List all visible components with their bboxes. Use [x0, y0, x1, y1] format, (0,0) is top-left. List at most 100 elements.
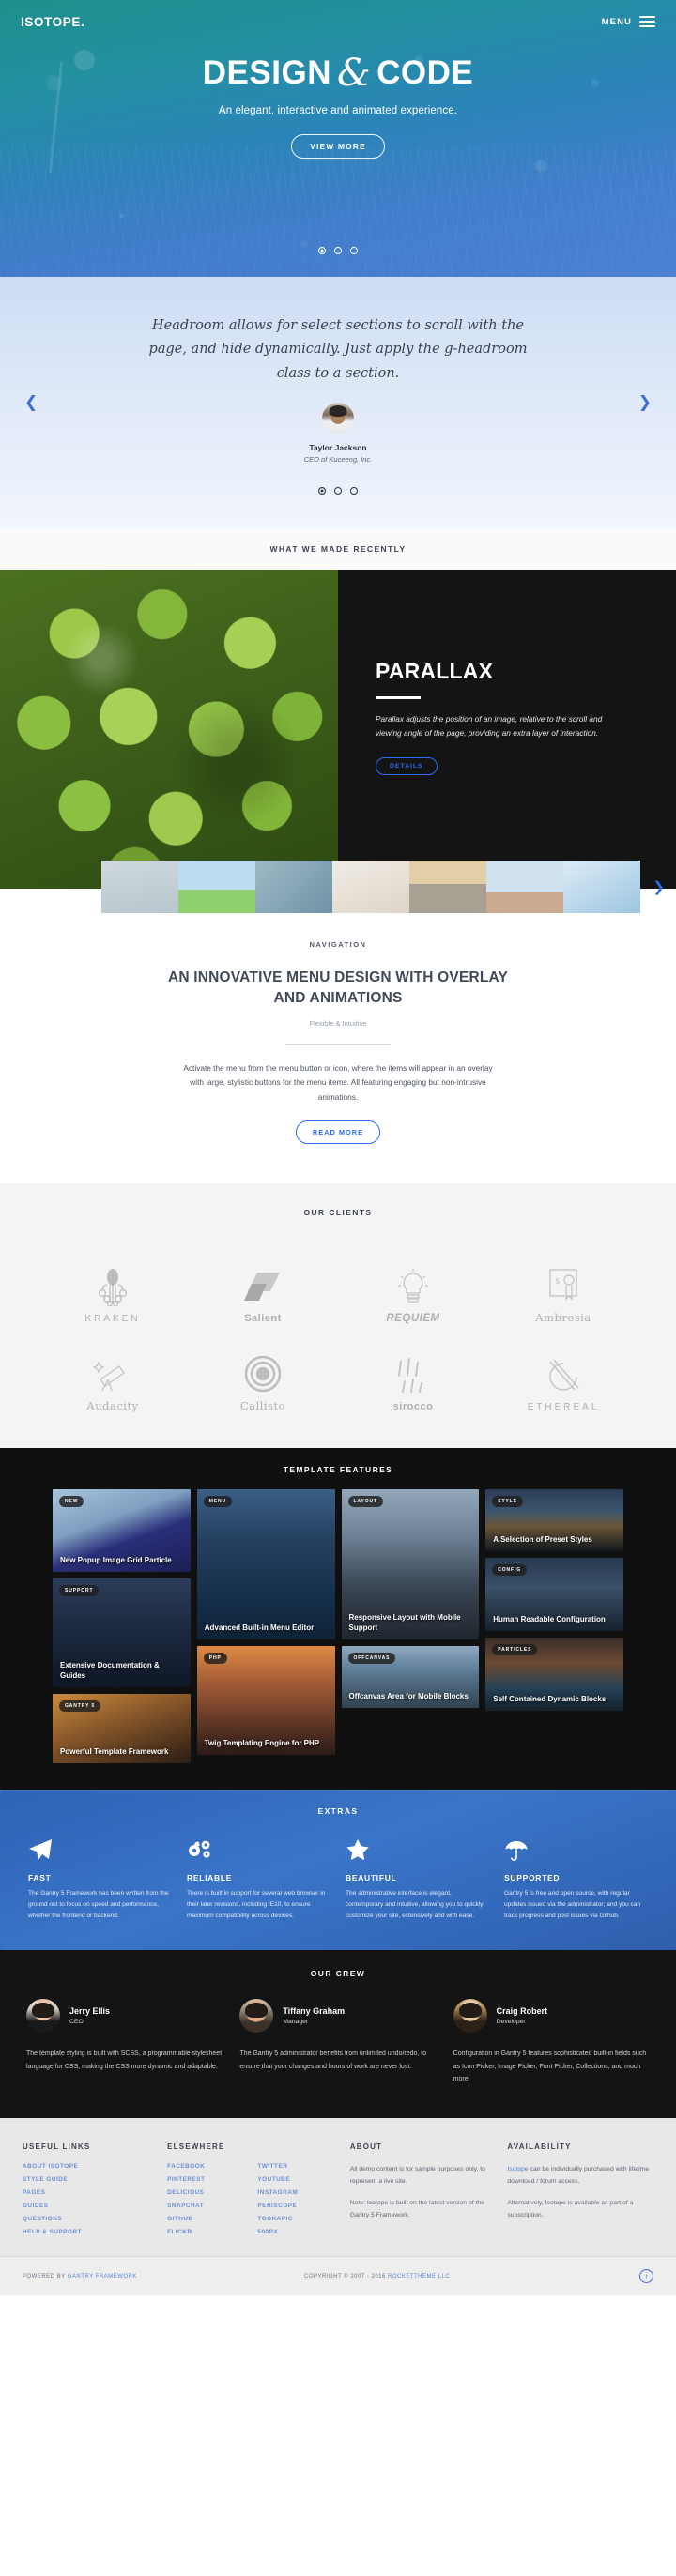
- testimonial-next-arrow-icon[interactable]: ❯: [638, 393, 652, 412]
- client-name: REQUIEM: [386, 1313, 440, 1325]
- clients-grid: KRAKEN Salient REQUIEM $ Ambrosia Audaci…: [0, 1227, 676, 1412]
- footer-link[interactable]: YOUTUBE: [257, 2176, 338, 2183]
- hero-title-left: DESIGN: [202, 54, 331, 91]
- footer-link[interactable]: TOOKAPIC: [257, 2216, 338, 2222]
- parallax-details-button[interactable]: DETAILS: [376, 756, 438, 775]
- client-kraken[interactable]: KRAKEN: [38, 1240, 188, 1324]
- svg-text:$: $: [555, 1277, 561, 1287]
- feature-card[interactable]: PHP Twig Templating Engine for PHP: [196, 1646, 335, 1756]
- navigation-read-more-button[interactable]: READ MORE: [295, 1120, 381, 1145]
- showcase-eyebrow: WHAT WE MADE RECENTLY: [0, 528, 676, 571]
- parallelogram-icon: [242, 1266, 284, 1309]
- avatar: [239, 1999, 274, 2034]
- extras-grid: FAST The Gantry 5 Framework has been wri…: [0, 1837, 676, 1922]
- crew-member-header: Tiffany Graham Manager: [239, 1999, 436, 2034]
- crew-member-header: Craig Robert Developer: [453, 1999, 650, 2034]
- hero-dot-2[interactable]: [334, 247, 342, 254]
- clients-title: OUR CLIENTS: [303, 1208, 373, 1218]
- rockettheme-link[interactable]: ROCKETTHEME LLC: [388, 2274, 450, 2279]
- navigation-subheading: Flexible & Intuitive: [309, 1019, 367, 1029]
- feature-card-tag: SUPPORT: [59, 1585, 100, 1597]
- thumbnail-item[interactable]: [486, 861, 563, 914]
- feature-card-caption: A Selection of Preset Styles: [493, 1535, 592, 1545]
- client-ethereal[interactable]: ETHEREAL: [488, 1328, 638, 1412]
- feature-card[interactable]: NEW New Popup Image Grid Particle: [53, 1489, 191, 1573]
- thumbnail-item[interactable]: [332, 861, 409, 914]
- client-sirocco[interactable]: sirocco: [338, 1328, 488, 1412]
- footer-link[interactable]: GITHUB: [167, 2216, 248, 2222]
- feature-card[interactable]: STYLE A Selection of Preset Styles: [485, 1489, 623, 1552]
- testimonial-dot-1[interactable]: [318, 487, 326, 495]
- hero-title-right: CODE: [376, 54, 474, 91]
- menu-button[interactable]: MENU: [602, 15, 655, 28]
- thumbnail-carousel[interactable]: ❯: [101, 861, 676, 914]
- crew-member-name: Craig Robert: [496, 2006, 548, 2017]
- hero-dot-3[interactable]: [350, 247, 358, 254]
- navigation-heading: AN INNOVATIVE MENU DESIGN WITH OVERLAY A…: [167, 969, 509, 1007]
- footer-isotope-link[interactable]: Isotope: [507, 2166, 528, 2172]
- testimonial-prev-arrow-icon[interactable]: ❮: [24, 393, 38, 412]
- feature-card-caption: Responsive Layout with Mobile Support: [348, 1613, 461, 1633]
- crew-member: Craig Robert Developer Configuration in …: [453, 1999, 650, 2086]
- gantry-framework-link[interactable]: GANTRY FRAMEWORK: [68, 2274, 137, 2279]
- footer-link[interactable]: ABOUT ISOTOPE: [23, 2163, 156, 2170]
- footer-column-title: ELSEWHERE: [167, 2142, 225, 2152]
- feature-card[interactable]: PARTICLES Self Contained Dynamic Blocks: [485, 1638, 623, 1712]
- hero-cta-button[interactable]: VIEW MORE: [291, 134, 385, 159]
- lightbulb-icon: [395, 1266, 431, 1309]
- parallax-body: Parallax adjusts the position of an imag…: [376, 714, 603, 739]
- testimonial-dot-3[interactable]: [350, 487, 358, 495]
- footer-link[interactable]: PAGES: [23, 2189, 156, 2196]
- footer-link[interactable]: INSTAGRAM: [257, 2189, 338, 2196]
- arrow-up-circle-icon[interactable]: ↑: [639, 2269, 653, 2284]
- footer-link[interactable]: FACEBOOK: [167, 2163, 248, 2170]
- footer-link[interactable]: DELICIOUS: [167, 2189, 248, 2196]
- client-audacity[interactable]: Audacity: [38, 1328, 188, 1412]
- thumbnail-item[interactable]: [255, 861, 332, 914]
- client-salient[interactable]: Salient: [188, 1240, 338, 1324]
- client-requiem[interactable]: REQUIEM: [338, 1240, 488, 1324]
- feature-card[interactable]: OFFCANVAS Offcanvas Area for Mobile Bloc…: [341, 1646, 480, 1709]
- footer-elsewhere: ELSEWHERE FACEBOOK TWITTER PINTEREST YOU…: [167, 2142, 339, 2235]
- client-name: Callisto: [239, 1399, 286, 1413]
- footer-link[interactable]: PINTEREST: [167, 2176, 248, 2183]
- thumbnail-item[interactable]: [563, 861, 640, 914]
- certificate-icon: $: [545, 1264, 581, 1307]
- crew-title: OUR CREW: [310, 1969, 366, 1979]
- footer-link[interactable]: 500PX: [257, 2229, 338, 2235]
- hero-subtitle: An elegant, interactive and animated exp…: [218, 105, 458, 116]
- testimonial-author-name: Taylor Jackson: [309, 443, 367, 453]
- footer-link[interactable]: QUESTIONS: [23, 2216, 156, 2222]
- thumbnail-item[interactable]: [409, 861, 486, 914]
- crew-member-name: Tiffany Graham: [283, 2006, 346, 2017]
- feature-card[interactable]: GANTRY 5 Powerful Template Framework: [53, 1694, 191, 1764]
- thumbnail-item[interactable]: [101, 861, 178, 914]
- footer-link[interactable]: STYLE GUIDE: [23, 2176, 156, 2183]
- feature-card-caption: New Popup Image Grid Particle: [60, 1556, 172, 1565]
- footer-link[interactable]: SNAPCHAT: [167, 2203, 248, 2209]
- crew-member-body: The Gantry 5 administrator benefits from…: [239, 2050, 427, 2070]
- feature-card[interactable]: SUPPORT Extensive Documentation & Guides: [53, 1578, 191, 1688]
- extras-body: There is built in support for several we…: [187, 1890, 326, 1920]
- footer-link[interactable]: FLICKR: [167, 2229, 248, 2235]
- footer-link[interactable]: HELP & SUPPORT: [23, 2229, 156, 2235]
- feature-card-tag: PHP: [203, 1653, 227, 1665]
- footer-about-p1: All demo content is for sample purposes …: [349, 2166, 485, 2186]
- feature-card[interactable]: MENU Advanced Built-in Menu Editor: [196, 1489, 335, 1640]
- site-logo[interactable]: ISOTOPE.: [21, 15, 84, 29]
- client-ambrosia[interactable]: $ Ambrosia: [488, 1240, 638, 1324]
- client-callisto[interactable]: Callisto: [188, 1328, 338, 1412]
- footer-link[interactable]: TWITTER: [257, 2163, 338, 2170]
- feature-card-image: [196, 1489, 335, 1640]
- copyright-bar: POWERED BY GANTRY FRAMEWORK COPYRIGHT © …: [0, 2256, 676, 2296]
- testimonial-dot-2[interactable]: [334, 487, 342, 495]
- thumbnail-next-icon[interactable]: ❯: [653, 878, 665, 895]
- footer-link[interactable]: GUIDES: [23, 2203, 156, 2209]
- features-column-2: MENU Advanced Built-in Menu Editor PHP T…: [196, 1489, 335, 1756]
- crew-member-role: Developer: [496, 2019, 526, 2026]
- feature-card[interactable]: LAYOUT Responsive Layout with Mobile Sup…: [341, 1489, 480, 1640]
- feature-card[interactable]: CONFIG Human Readable Configuration: [485, 1558, 623, 1632]
- hero-dot-1[interactable]: [318, 247, 326, 254]
- thumbnail-item[interactable]: [178, 861, 255, 914]
- footer-link[interactable]: PERISCOPE: [257, 2203, 338, 2209]
